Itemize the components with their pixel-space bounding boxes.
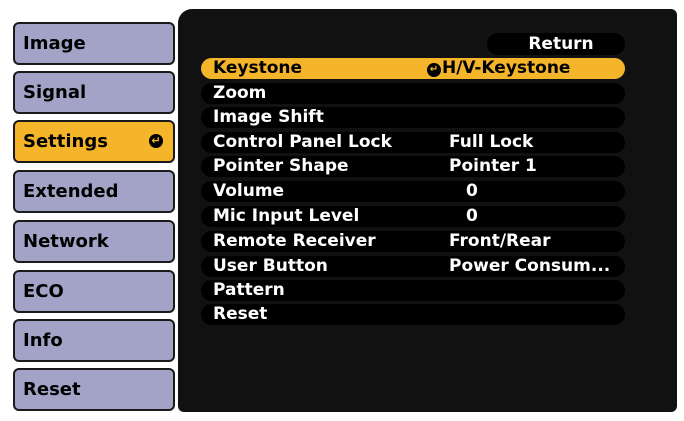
menu-item-value: Pointer 1 [449, 156, 537, 176]
menu-item-keystone[interactable]: Keystone ↵ H/V-Keystone [201, 58, 625, 79]
menu-item-value: Power Consum... [449, 256, 611, 276]
menu-item-label: Reset [213, 304, 268, 324]
tab-image[interactable]: Image [13, 22, 175, 65]
tab-label: Image [23, 33, 86, 54]
menu-item-label: Keystone [213, 58, 303, 78]
menu-item-label: Remote Receiver [213, 231, 376, 251]
menu-item-user-button[interactable]: User Button Power Consum... [201, 256, 625, 277]
menu-item-reset[interactable]: Reset [201, 304, 625, 325]
return-button[interactable]: Return [487, 33, 625, 55]
tab-info[interactable]: Info [13, 319, 175, 362]
menu-item-label: Control Panel Lock [213, 132, 392, 152]
menu-item-label: Image Shift [213, 107, 324, 127]
menu-item-pattern[interactable]: Pattern [201, 280, 625, 301]
tab-label: Signal [23, 82, 87, 103]
menu-item-label: User Button [213, 256, 328, 276]
menu-item-value: 0 [466, 206, 478, 226]
menu-item-value: Full Lock [449, 132, 534, 152]
menu-item-value-text: H/V-Keystone [442, 58, 571, 78]
menu-item-remote-receiver[interactable]: Remote Receiver Front/Rear [201, 231, 625, 252]
tab-label: Settings [23, 131, 108, 152]
menu-item-label: Volume [213, 181, 285, 201]
return-label: Return [528, 34, 594, 54]
tab-label: Network [23, 231, 109, 252]
menu-item-zoom[interactable]: Zoom [201, 83, 625, 104]
tab-settings[interactable]: Settings ↵ [13, 120, 175, 163]
menu-item-mic-input-level[interactable]: Mic Input Level 0 [201, 206, 625, 227]
menu-item-label: Zoom [213, 83, 267, 103]
menu-item-label: Mic Input Level [213, 206, 360, 226]
tab-label: Info [23, 330, 63, 351]
menu-item-label: Pointer Shape [213, 156, 349, 176]
menu-item-value: ↵ H/V-Keystone [427, 58, 570, 79]
menu-item-value: Front/Rear [449, 231, 551, 251]
tab-label: Reset [23, 379, 81, 400]
tab-label: ECO [23, 281, 64, 302]
menu-item-value: 0 [466, 181, 478, 201]
tab-signal[interactable]: Signal [13, 71, 175, 114]
tab-eco[interactable]: ECO [13, 270, 175, 313]
menu-item-image-shift[interactable]: Image Shift [201, 107, 625, 128]
menu-item-control-panel-lock[interactable]: Control Panel Lock Full Lock [201, 132, 625, 153]
menu-item-label: Pattern [213, 280, 285, 300]
tab-network[interactable]: Network [13, 220, 175, 263]
menu-item-pointer-shape[interactable]: Pointer Shape Pointer 1 [201, 156, 625, 177]
enter-icon: ↵ [149, 134, 163, 148]
enter-icon: ↵ [427, 63, 441, 77]
tab-menu: Image Signal Settings ↵ Extended Network … [0, 0, 200, 421]
tab-reset[interactable]: Reset [13, 368, 175, 411]
tab-label: Extended [23, 181, 119, 202]
tab-extended[interactable]: Extended [13, 170, 175, 213]
menu-item-volume[interactable]: Volume 0 [201, 181, 625, 202]
